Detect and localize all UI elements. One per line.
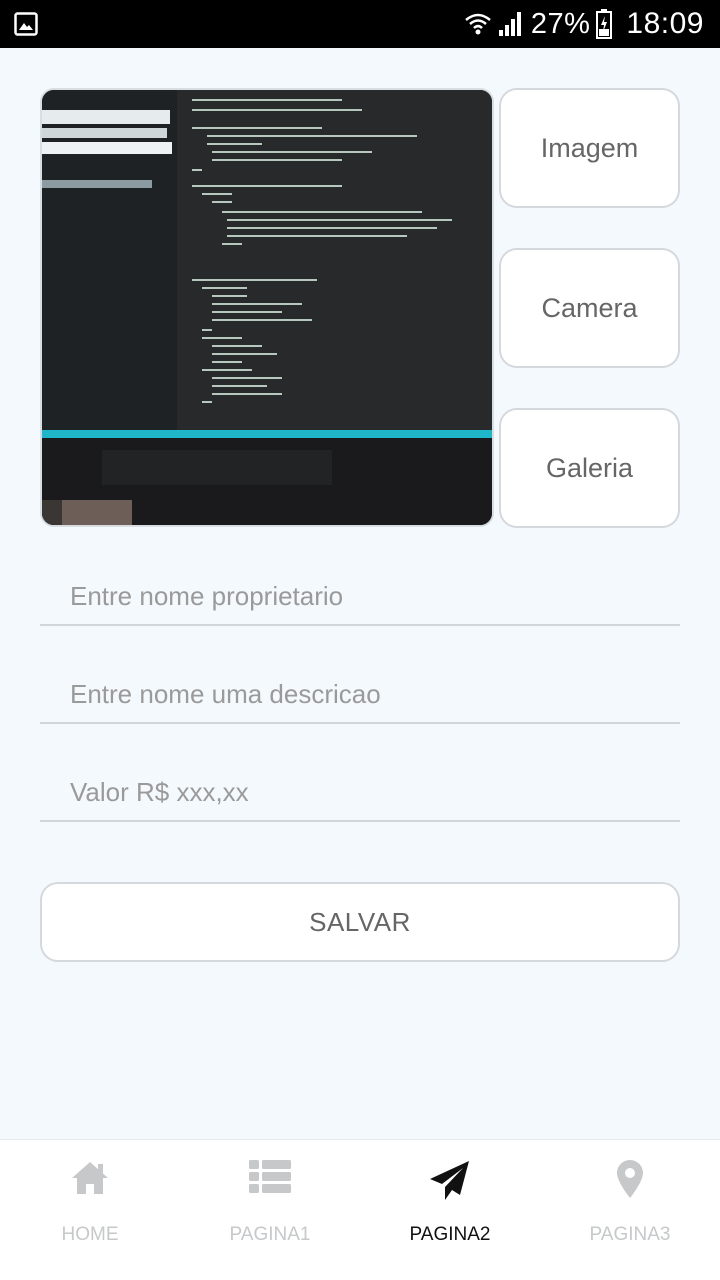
description-input[interactable] [70,664,670,724]
signal-icon [498,12,521,36]
description-field [40,664,680,724]
wifi-icon [465,13,491,35]
imagem-button[interactable]: Imagem [499,88,680,208]
owner-input[interactable] [70,566,670,626]
tab-pagina3-label: PAGINA3 [589,1224,671,1245]
home-icon [72,1162,108,1194]
tab-home-label: HOME [61,1224,119,1245]
gallery-icon [14,12,38,36]
photo-preview [40,88,494,527]
galeria-button[interactable]: Galeria [499,408,680,528]
status-bar: 27% 18:09 [0,0,720,48]
list-icon [249,1160,291,1193]
tab-pagina1-label: PAGINA1 [229,1224,311,1245]
tab-home[interactable]: HOME [0,1140,180,1280]
send-icon [430,1161,469,1200]
battery-percent: 27% [530,7,591,40]
battery-icon [596,9,613,39]
camera-button[interactable]: Camera [499,248,680,368]
clock: 18:09 [626,7,704,40]
value-input[interactable] [70,762,670,822]
save-button[interactable]: SALVAR [40,882,680,962]
tab-pagina3[interactable]: PAGINA3 [540,1140,720,1280]
owner-field [40,566,680,626]
tab-pagina2[interactable]: PAGINA2 [360,1140,540,1280]
map-marker-icon [617,1160,643,1198]
tab-pagina2-label: PAGINA2 [409,1224,491,1245]
tab-pagina1[interactable]: PAGINA1 [180,1140,360,1280]
bottom-navigation: HOME PAGINA1 PAGINA2 PAGINA3 [0,1139,720,1280]
value-field [40,762,680,822]
code-screen-photo [42,90,492,525]
